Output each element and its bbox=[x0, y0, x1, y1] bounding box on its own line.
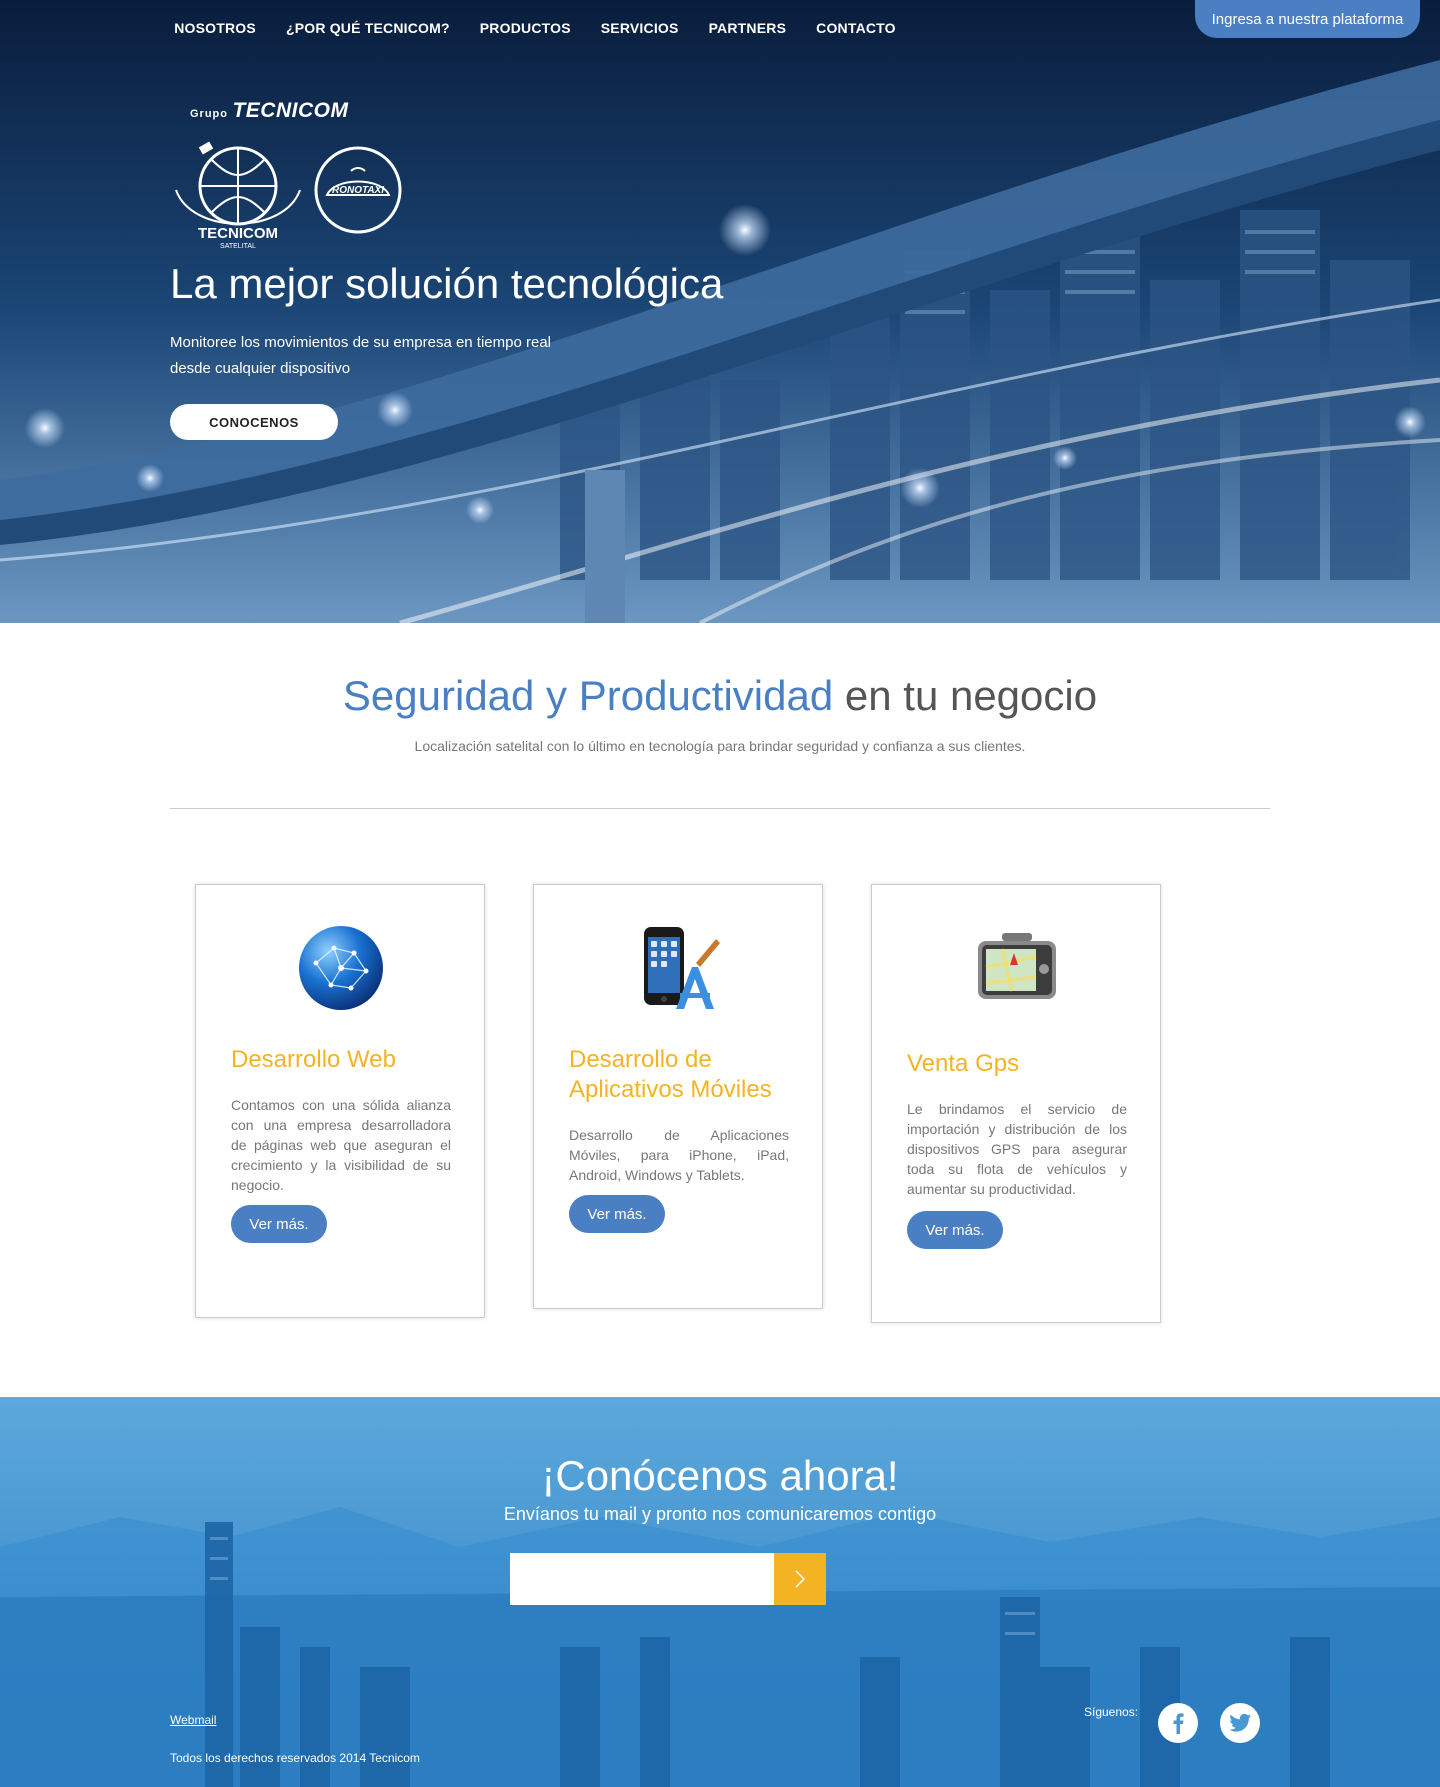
nav-item-servicios[interactable]: SERVICIOS bbox=[601, 20, 679, 58]
ver-mas-button[interactable]: Ver más. bbox=[907, 1211, 1003, 1249]
nav-item-partners[interactable]: PARTNERS bbox=[709, 20, 787, 58]
service-card-gps: Venta Gps Le brindamos el servicio de im… bbox=[871, 884, 1161, 1323]
logo1-sub: SATELITAL bbox=[220, 243, 256, 250]
card-title: Desarrollo Web bbox=[231, 1046, 396, 1073]
hero-section: NOSOTROS ¿POR QUÉ TECNICOM? PRODUCTOS SE… bbox=[0, 0, 1440, 623]
twitter-button[interactable] bbox=[1220, 1703, 1260, 1743]
card-title: Desarrollo de Aplicativos Móviles bbox=[569, 1046, 772, 1103]
card-text: Desarrollo de Aplicaciones Móviles, para… bbox=[569, 1127, 789, 1183]
copyright-text: Todos los derechos reservados 2014 Tecni… bbox=[170, 1751, 420, 1765]
nav-item-contacto[interactable]: CONTACTO bbox=[816, 20, 896, 58]
nav-item-nosotros[interactable]: NOSOTROS bbox=[174, 20, 256, 58]
send-email-button[interactable] bbox=[774, 1553, 826, 1605]
service-card-web: Desarrollo Web Contamos con una sólida a… bbox=[195, 884, 485, 1318]
card-text: Contamos con una sólida alianza con una … bbox=[231, 1097, 451, 1193]
section-subtitle: Localización satelital con lo último en … bbox=[414, 738, 1026, 754]
hero-subtitle-line2: desde cualquier dispositivo bbox=[170, 360, 351, 377]
logo1-text: TECNICOM bbox=[198, 225, 278, 242]
contact-cta-section: ¡Conócenos ahora! Envíanos tu mail y pro… bbox=[0, 1397, 1440, 1787]
ronotaxi-logo: RONOTAXI bbox=[314, 146, 402, 234]
mobile-app-icon bbox=[644, 927, 720, 1009]
gps-device-icon bbox=[978, 933, 1056, 999]
card-title: Venta Gps bbox=[907, 1050, 1020, 1077]
facebook-icon bbox=[1173, 1713, 1184, 1734]
service-card-mobile: Desarrollo de Aplicativos Móviles Desarr… bbox=[533, 884, 823, 1309]
section-divider bbox=[170, 808, 1270, 809]
ver-mas-button[interactable]: Ver más. bbox=[231, 1205, 327, 1243]
globe-network-icon bbox=[299, 926, 383, 1010]
section-title-blue: Seguridad y Productividad bbox=[342, 672, 834, 719]
webmail-link[interactable]: Webmail bbox=[170, 1713, 216, 1727]
ver-mas-button[interactable]: Ver más. bbox=[569, 1195, 665, 1233]
brand-logo[interactable]: Grupo TECNICOM bbox=[190, 99, 348, 123]
section-title-rest: en tu negocio bbox=[833, 672, 1098, 719]
brand-grupo: Grupo bbox=[190, 108, 228, 120]
twitter-icon bbox=[1229, 1713, 1251, 1732]
nav-item-productos[interactable]: PRODUCTOS bbox=[480, 20, 571, 58]
conocenos-button[interactable]: CONOCENOS bbox=[170, 404, 338, 440]
nav-item-por-que-tecnicom[interactable]: ¿POR QUÉ TECNICOM? bbox=[286, 20, 450, 58]
tecnicom-satelital-logo: TECNICOM SATELITAL bbox=[175, 141, 301, 250]
follow-label: Síguenos: bbox=[1084, 1705, 1139, 1719]
brand-name: TECNICOM bbox=[232, 99, 349, 122]
hero-subtitle: Monitoree los movimientos de su empresa … bbox=[170, 330, 590, 382]
hero-background-image bbox=[0, 0, 1440, 623]
section-title: Seguridad y Productividad en tu negocio bbox=[0, 672, 1440, 720]
hero-title: La mejor solución tecnológica bbox=[170, 260, 724, 307]
card-text: Le brindamos el servicio de importación … bbox=[907, 1101, 1127, 1197]
facebook-button[interactable] bbox=[1158, 1703, 1198, 1743]
platform-login-button[interactable]: Ingresa a nuestra plataforma bbox=[1195, 0, 1420, 38]
logo2-text: RONOTAXI bbox=[332, 185, 384, 196]
email-input[interactable] bbox=[510, 1553, 774, 1605]
cta-title: ¡Conócenos ahora! bbox=[541, 1452, 899, 1499]
hero-subtitle-line1: Monitoree los movimientos de su empresa … bbox=[170, 334, 552, 351]
chevron-right-icon bbox=[795, 1570, 806, 1588]
cta-subtitle: Envíanos tu mail y pronto nos comunicare… bbox=[503, 1504, 937, 1524]
